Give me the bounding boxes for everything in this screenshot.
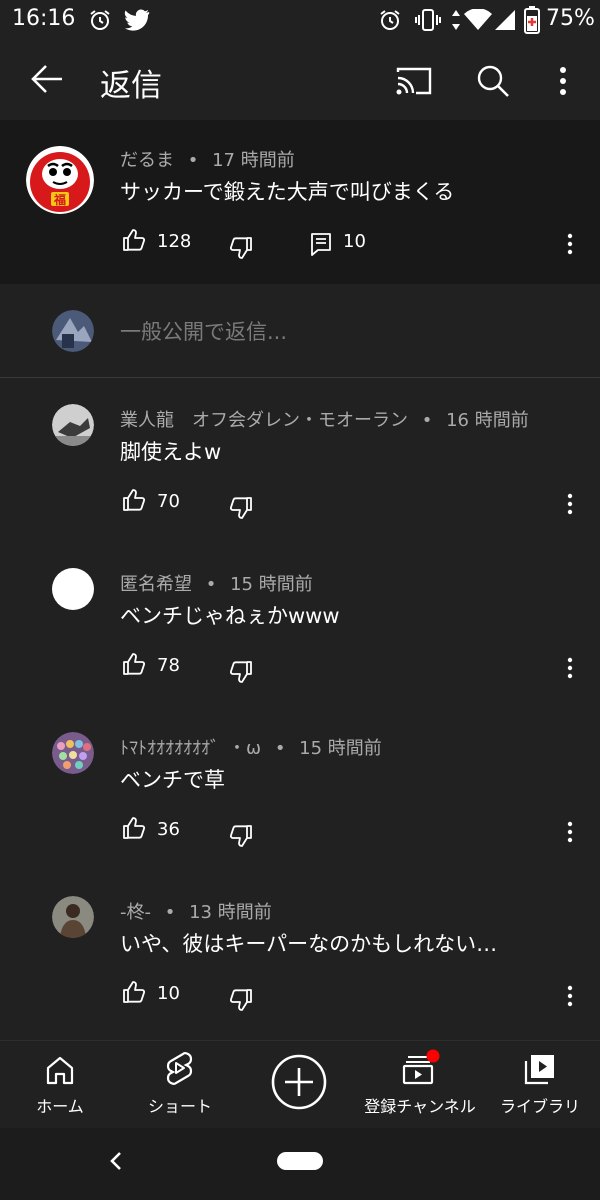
comment-text: サッカーで鍛えた大声で叫びまくる	[120, 180, 455, 204]
reply-avatar[interactable]	[52, 404, 94, 446]
reply-item: -柊- • 13 時間前 いや、彼はキーパーなのかもしれない… 10	[0, 876, 600, 1040]
like-count: 78	[157, 655, 180, 676]
reply-input[interactable]: 一般公開で返信...	[120, 316, 287, 346]
like-count: 36	[157, 819, 180, 840]
reply-avatar[interactable]	[52, 568, 94, 610]
reply-text: 脚使えよw	[120, 440, 222, 464]
nav-shorts[interactable]: ショート	[120, 1041, 240, 1129]
reply-comment-icon[interactable]	[310, 232, 332, 256]
meta-separator: •	[164, 902, 176, 923]
back-arrow-icon[interactable]	[30, 64, 64, 94]
nav-subscriptions-label: 登録チャンネル	[364, 1097, 476, 1116]
comment-author[interactable]: だるま	[120, 150, 174, 171]
like-count: 10	[157, 983, 180, 1004]
reply-meta: ﾄﾏﾄｵｵｵｵｵｵｵ゛・ω • 15 時間前	[120, 734, 382, 760]
reply-item: ﾄﾏﾄｵｵｵｵｵｵｵ゛・ω • 15 時間前 ベンチで草 36	[0, 712, 600, 876]
alarm-icon-right	[380, 10, 400, 30]
cast-icon[interactable]	[396, 66, 432, 96]
reply-author[interactable]: -柊-	[120, 902, 151, 923]
reply-text: いや、彼はキーパーなのかもしれない…	[120, 932, 498, 956]
system-home-pill[interactable]	[277, 1152, 323, 1170]
thumb-up-icon[interactable]	[122, 228, 146, 252]
like-count: 128	[157, 231, 192, 252]
reply-avatar[interactable]	[52, 896, 94, 938]
meta-separator: •	[205, 574, 217, 595]
system-back-icon[interactable]	[108, 1150, 124, 1172]
reply-meta: 業人龍 オフ会ダレン・モオーラン • 16 時間前	[120, 406, 529, 432]
reply-author[interactable]: 匿名希望	[120, 574, 192, 595]
thumb-down-icon[interactable]	[229, 496, 253, 520]
reply-author[interactable]: ﾄﾏﾄｵｵｵｵｵｵｵ゛・ω	[120, 738, 261, 759]
notification-dot-icon	[426, 1049, 440, 1063]
reply-item: 業人龍 オフ会ダレン・モオーラン • 16 時間前 脚使えよw 70	[0, 384, 600, 548]
search-icon[interactable]	[476, 64, 510, 98]
thumb-up-icon[interactable]	[122, 816, 146, 840]
page-title: 返信	[100, 68, 162, 104]
nav-shorts-label: ショート	[147, 1097, 212, 1116]
reply-more-icon[interactable]	[566, 821, 574, 843]
reply-meta: -柊- • 13 時間前	[120, 898, 272, 924]
status-bar: 16:16 75%	[0, 0, 600, 40]
reply-more-icon[interactable]	[566, 985, 574, 1007]
wifi-icon	[464, 9, 492, 30]
reply-more-icon[interactable]	[566, 657, 574, 679]
reply-avatar[interactable]	[52, 732, 94, 774]
thumb-down-icon[interactable]	[229, 236, 253, 260]
alarm-icon	[90, 10, 110, 30]
meta-separator: •	[421, 410, 433, 431]
create-plus-icon[interactable]	[271, 1054, 327, 1110]
like-count: 70	[157, 491, 180, 512]
reply-text: ベンチじゃねぇかwww	[120, 604, 340, 628]
reply-author[interactable]: 業人龍 オフ会ダレン・モオーラン	[120, 410, 408, 431]
thumb-down-icon[interactable]	[229, 988, 253, 1012]
cell-signal-icon	[495, 10, 515, 30]
status-time: 16:16	[12, 6, 76, 31]
daruma-avatar[interactable]: 福	[26, 146, 94, 214]
home-icon	[46, 1056, 74, 1085]
reply-age: 13 時間前	[189, 902, 272, 923]
reply-item: 匿名希望 • 15 時間前 ベンチじゃねぇかwww 78	[0, 548, 600, 712]
bottom-nav: ホーム ショート 登録チャンネル ライブラリ	[0, 1040, 600, 1128]
comment-age: 17 時間前	[212, 150, 295, 171]
thumb-up-icon[interactable]	[122, 980, 146, 1004]
battery-icon	[524, 6, 540, 34]
twitter-icon	[124, 9, 150, 31]
nav-library[interactable]: ライブラリ	[480, 1041, 600, 1129]
thumb-down-icon[interactable]	[229, 824, 253, 848]
user-avatar	[52, 310, 94, 352]
vibrate-icon	[415, 9, 441, 31]
battery-percent: 75%	[546, 6, 595, 31]
svg-text:福: 福	[53, 192, 66, 207]
thumb-up-icon[interactable]	[122, 652, 146, 676]
thumb-up-icon[interactable]	[122, 488, 146, 512]
nav-library-label: ライブラリ	[499, 1097, 580, 1116]
thumb-down-icon[interactable]	[229, 660, 253, 684]
nav-subscriptions[interactable]: 登録チャンネル	[360, 1041, 480, 1129]
more-vert-icon[interactable]	[558, 66, 568, 96]
reply-age: 16 時間前	[446, 410, 529, 431]
divider	[0, 377, 600, 378]
reply-count: 10	[343, 231, 366, 252]
comment-more-icon[interactable]	[566, 233, 574, 255]
shorts-icon	[166, 1052, 193, 1085]
reply-age: 15 時間前	[299, 738, 382, 759]
reply-text: ベンチで草	[120, 768, 225, 792]
meta-separator: •	[274, 738, 286, 759]
system-nav-bar	[0, 1128, 600, 1200]
app-bar: 返信	[0, 40, 600, 120]
nav-home[interactable]: ホーム	[0, 1041, 120, 1129]
reply-more-icon[interactable]	[566, 493, 574, 515]
reply-meta: 匿名希望 • 15 時間前	[120, 570, 313, 596]
reply-age: 15 時間前	[230, 574, 313, 595]
data-arrows-icon	[452, 10, 460, 30]
nav-home-label: ホーム	[36, 1097, 84, 1116]
meta-separator: •	[187, 150, 199, 171]
comment-meta: だるま • 17 時間前	[120, 146, 295, 172]
parent-comment: 福 だるま • 17 時間前 サッカーで鍛えた大声で叫びまくる 128 10	[0, 120, 600, 284]
library-icon	[524, 1055, 554, 1085]
